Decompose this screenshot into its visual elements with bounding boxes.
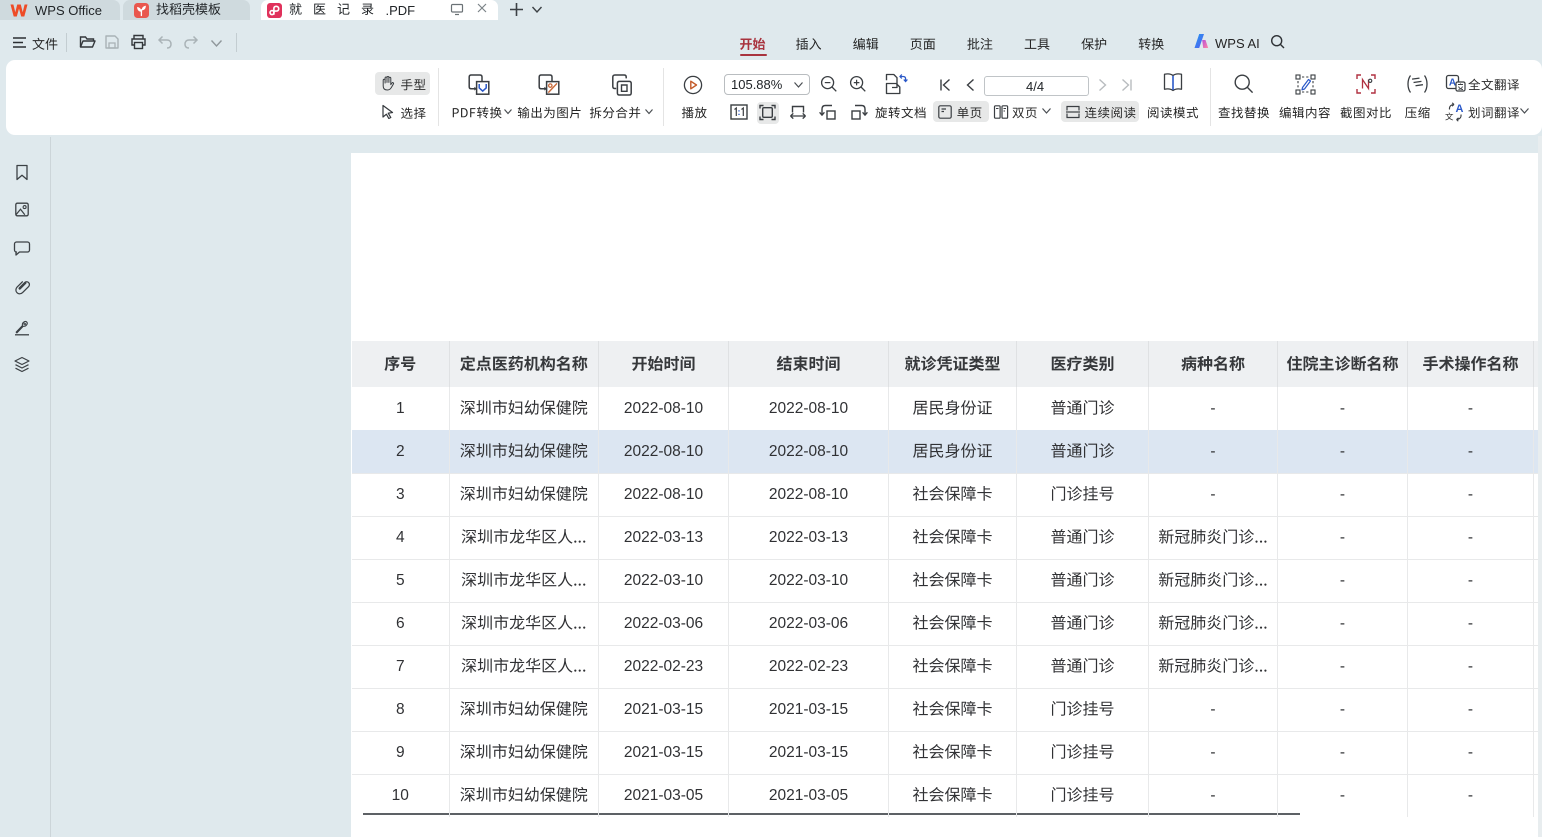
svg-text:A: A — [1449, 78, 1456, 89]
svg-text:A: A — [1456, 103, 1464, 115]
